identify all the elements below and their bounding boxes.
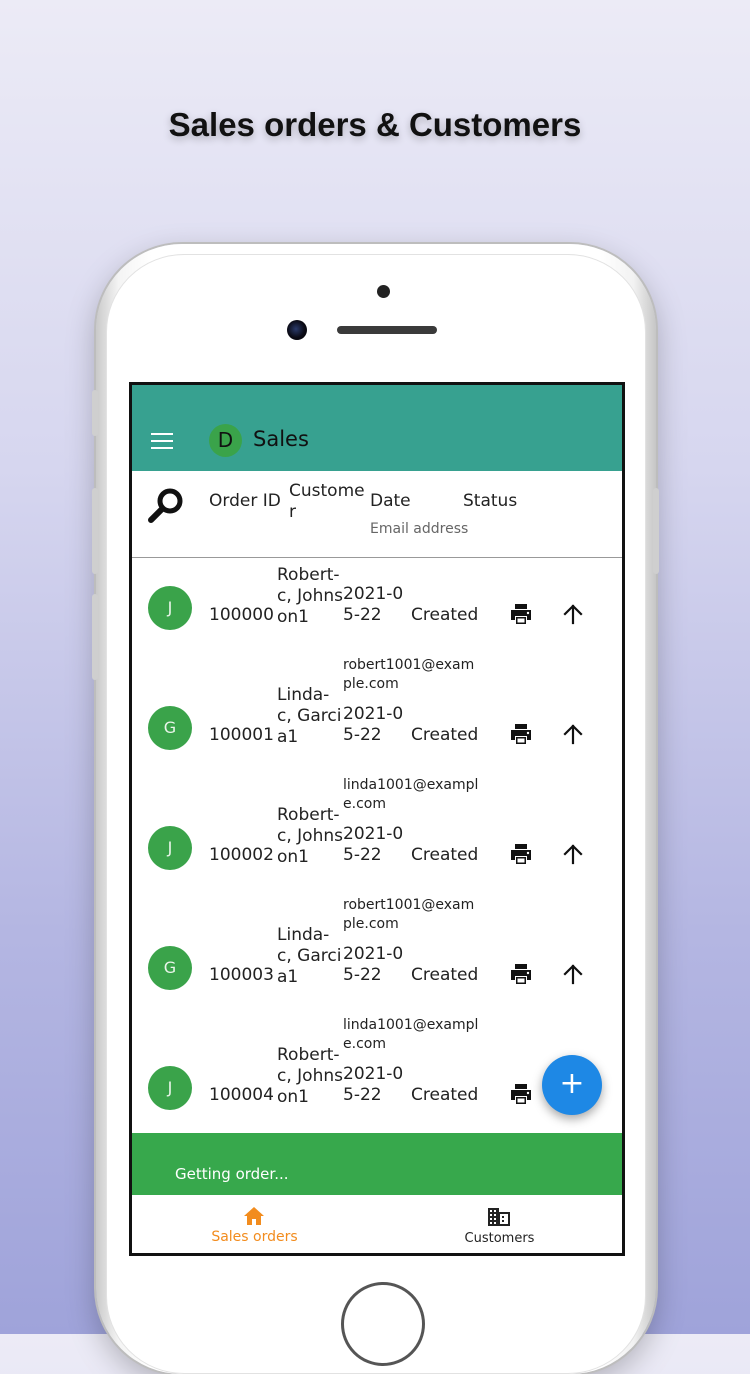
earpiece-speaker: [337, 326, 437, 334]
order-id: 100000: [209, 605, 274, 625]
front-sensor: [377, 285, 390, 298]
arrow-up-icon[interactable]: [562, 603, 584, 625]
nav-customers[interactable]: Customers: [377, 1195, 622, 1253]
print-icon[interactable]: [509, 962, 533, 986]
order-id: 100001: [209, 725, 274, 745]
mute-switch: [92, 390, 98, 436]
order-status: Created: [411, 605, 479, 625]
order-date: 2021-05-22: [343, 704, 404, 745]
app-bar: D Sales: [132, 385, 622, 471]
app-logo: D: [209, 424, 242, 457]
volume-down-button: [92, 594, 98, 680]
home-icon: [244, 1207, 264, 1225]
order-date: 2021-05-22: [343, 944, 404, 985]
avatar: G: [148, 946, 192, 990]
nav-sales-orders[interactable]: Sales orders: [132, 1195, 377, 1253]
page-title: Sales: [253, 427, 309, 451]
header-date[interactable]: Date: [370, 491, 411, 512]
order-date: 2021-05-22: [343, 824, 404, 865]
menu-icon[interactable]: [151, 433, 173, 449]
avatar: J: [148, 586, 192, 630]
nav-label-sales-orders: Sales orders: [211, 1229, 298, 1245]
arrow-up-icon[interactable]: [562, 843, 584, 865]
header-customer[interactable]: Custome r: [289, 481, 367, 523]
add-order-button[interactable]: +: [542, 1055, 602, 1115]
snackbar-message: Getting order...: [175, 1165, 289, 1183]
print-icon[interactable]: [509, 602, 533, 626]
print-icon[interactable]: [509, 1082, 533, 1106]
search-icon[interactable]: [148, 487, 186, 525]
power-button: [653, 488, 659, 574]
home-button: [341, 1282, 425, 1366]
building-icon: [488, 1208, 510, 1226]
order-status: Created: [411, 725, 479, 745]
print-icon[interactable]: [509, 722, 533, 746]
customer-name: Linda-c, Garcia1: [277, 925, 342, 987]
customer-name: Robert-c, Johnson1: [277, 565, 343, 627]
table-header: Order ID Custome r Date Status Email add…: [132, 471, 622, 558]
order-id: 100002: [209, 845, 274, 865]
order-list: J 100000 Robert-c, Johnson1 2021-05-22 Creat…: [132, 558, 622, 1133]
front-camera: [287, 320, 307, 340]
print-icon[interactable]: [509, 842, 533, 866]
avatar: G: [148, 706, 192, 750]
customer-name: Robert-c, Johnson1: [277, 805, 343, 867]
volume-up-button: [92, 488, 98, 574]
header-status[interactable]: Status: [463, 491, 517, 512]
header-email: Email address: [370, 521, 469, 537]
avatar: J: [148, 826, 192, 870]
order-status: Created: [411, 1085, 479, 1105]
app-screen: D Sales Order ID Custome r Date Status E…: [129, 382, 625, 1256]
table-row[interactable]: J 100000 Robert-c, Johnson1 2021-05-22 Creat…: [132, 558, 622, 692]
promo-headline: Sales orders & Customers: [168, 106, 582, 143]
table-row[interactable]: G 100003 Linda-c, Garcia1 2021-05-22 Created…: [132, 918, 622, 1052]
snackbar: Getting order...: [132, 1133, 622, 1195]
customer-name: Robert-c, Johnson1: [277, 1045, 343, 1107]
nav-label-customers: Customers: [464, 1231, 535, 1246]
order-date: 2021-05-22: [343, 584, 404, 625]
arrow-up-icon[interactable]: [562, 723, 584, 745]
order-status: Created: [411, 965, 479, 985]
avatar: J: [148, 1066, 192, 1110]
customer-name: Linda-c, Garcia1: [277, 685, 342, 747]
table-row[interactable]: G 100001 Linda-c, Garcia1 2021-05-22 Created…: [132, 678, 622, 812]
order-id: 100003: [209, 965, 274, 985]
order-id: 100004: [209, 1085, 274, 1105]
order-status: Created: [411, 845, 479, 865]
arrow-up-icon[interactable]: [562, 963, 584, 985]
header-order-id[interactable]: Order ID: [209, 491, 281, 512]
table-row[interactable]: J 100002 Robert-c, Johnson1 2021-05-22 Creat…: [132, 798, 622, 932]
order-date: 2021-05-22: [343, 1064, 404, 1105]
bottom-navigation: Sales orders Customers: [132, 1195, 622, 1253]
